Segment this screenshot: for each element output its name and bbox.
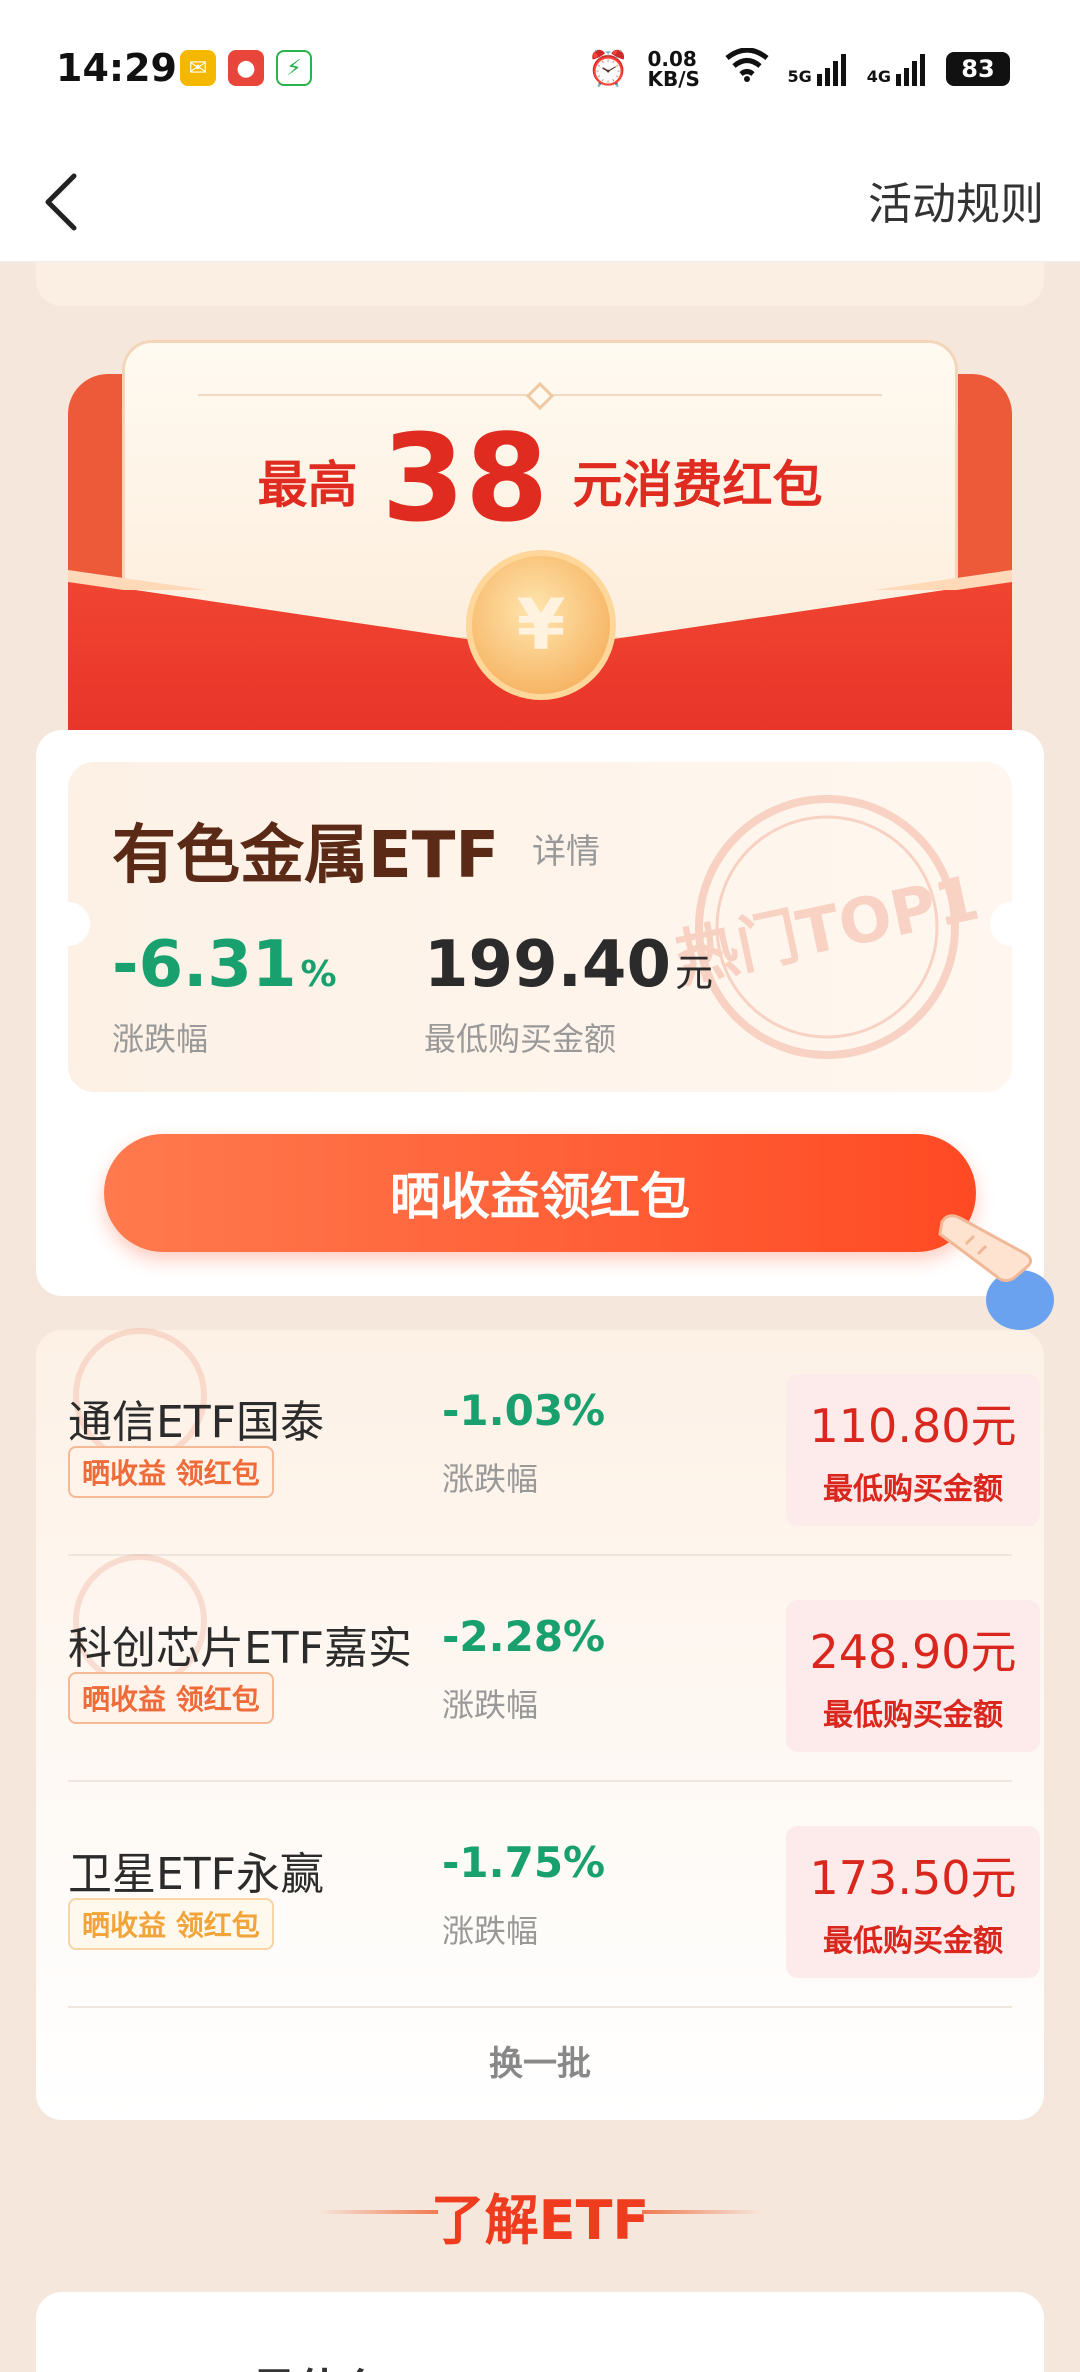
- list-item[interactable]: 卫星ETF永赢 晒收益 领红包 -1.75% 涨跌幅 173.50元 最低购买金…: [68, 1782, 1040, 2008]
- hot-etf-change: -6.31%: [112, 928, 337, 1002]
- hot-etf-change-pct: %: [300, 954, 337, 995]
- etf-price-label: 最低购买金额: [823, 1698, 1003, 1733]
- ticket-notch-left: [68, 902, 90, 946]
- share-earnings-tag[interactable]: 晒收益 领红包: [68, 1672, 274, 1724]
- etf-list-card: 通信ETF国泰 晒收益 领红包 -1.03% 涨跌幅 110.80元 最低购买金…: [36, 1328, 1044, 2120]
- list-item[interactable]: 科创芯片ETF嘉实 晒收益 领红包 -2.28% 涨跌幅 248.90元 最低购…: [68, 1554, 1040, 1782]
- envelope-prefix: 最高: [257, 456, 358, 514]
- etf-name: 科创芯片ETF嘉实: [68, 1623, 412, 1674]
- etf-change-label: 涨跌幅: [442, 1912, 539, 1950]
- etf-price-box[interactable]: 248.90元 最低购买金额: [786, 1600, 1040, 1752]
- mail-app-icon: ✉: [180, 50, 216, 86]
- red-envelope-banner: 最高 38 元消费红包 ¥: [68, 330, 1012, 730]
- signal-4g-label: 4G: [866, 67, 891, 86]
- etf-price: 173.50元: [809, 1851, 1017, 1905]
- share-earnings-button[interactable]: 晒收益领红包: [104, 1134, 976, 1252]
- etf-intro-card[interactable]: ETF是什么: [36, 2292, 1044, 2372]
- previous-card-edge: [36, 262, 1044, 306]
- app-notification-icon: ●: [228, 50, 264, 86]
- ticket-notch-right: [990, 902, 1012, 946]
- share-earnings-tag[interactable]: 晒收益 领红包: [68, 1446, 274, 1498]
- security-shield-icon: ⚡: [276, 50, 312, 86]
- hot-etf-change-value: -6.31: [112, 928, 297, 1002]
- notification-icons: ✉ ● ⚡: [180, 50, 312, 86]
- etf-price-label: 最低购买金额: [823, 1924, 1003, 1959]
- nav-bar: 活动规则: [0, 140, 1080, 262]
- etf-change-label: 涨跌幅: [442, 1686, 539, 1724]
- etf-name: 卫星ETF永赢: [68, 1849, 324, 1900]
- status-bar: 14:29 ✉ ● ⚡ ⏰ 0.08 KB/S 5G 4G 83: [0, 0, 1080, 140]
- signal-5g-icon: 5G: [787, 52, 848, 86]
- list-item[interactable]: 通信ETF国泰 晒收益 领红包 -1.03% 涨跌幅 110.80元 最低购买金…: [68, 1328, 1040, 1556]
- etf-change: -1.03%: [442, 1386, 606, 1435]
- battery-indicator: 83: [946, 52, 1010, 86]
- etf-change: -1.75%: [442, 1838, 606, 1887]
- status-indicators: ⏰ 0.08 KB/S 5G 4G 83: [587, 47, 1010, 91]
- rules-link[interactable]: 活动规则: [868, 168, 1044, 232]
- yuan-coin-icon: ¥: [466, 550, 616, 700]
- refresh-batch-button[interactable]: 换一批: [36, 2036, 1044, 2085]
- etf-price: 110.80元: [809, 1399, 1017, 1453]
- wifi-icon: [725, 47, 770, 90]
- etf-name: 通信ETF国泰: [68, 1397, 324, 1448]
- hot-etf-price: 199.40 元: [424, 928, 713, 1002]
- alarm-icon: ⏰: [587, 49, 630, 89]
- hot-etf-detail-link[interactable]: 详情: [532, 824, 600, 873]
- signal-4g-icon: 4G: [867, 52, 928, 86]
- share-earnings-tag[interactable]: 晒收益 领红包: [68, 1898, 274, 1950]
- etf-price: 248.90元: [809, 1625, 1017, 1679]
- status-time: 14:29: [56, 46, 177, 90]
- signal-5g-label: 5G: [787, 67, 812, 86]
- stamp-text: 热门TOP1: [669, 861, 985, 996]
- hot-etf-box[interactable]: 热门TOP1 有色金属ETF 详情 -6.31% 涨跌幅 199.40 元 最低购…: [68, 762, 1012, 1092]
- etf-price-box[interactable]: 110.80元 最低购买金额: [786, 1374, 1040, 1526]
- hot-etf-card: 热门TOP1 有色金属ETF 详情 -6.31% 涨跌幅 199.40 元 最低购…: [36, 730, 1044, 1296]
- hot-etf-price-label: 最低购买金额: [424, 1020, 617, 1058]
- etf-intro-title: ETF是什么: [162, 2354, 384, 2372]
- section-divider-right: [642, 2210, 762, 2214]
- etf-change-label: 涨跌幅: [442, 1460, 539, 1498]
- back-icon[interactable]: [36, 166, 96, 236]
- etf-price-box[interactable]: 173.50元 最低购买金额: [786, 1826, 1040, 1978]
- hot-top1-stamp: 热门TOP1: [669, 795, 985, 1059]
- etf-price-label: 最低购买金额: [823, 1472, 1003, 1507]
- envelope-suffix: 元消费红包: [572, 456, 823, 514]
- hot-etf-name: 有色金属ETF: [112, 819, 500, 893]
- etf-change: -2.28%: [442, 1612, 606, 1661]
- pointing-hand-icon: [938, 1214, 1054, 1330]
- section-title: 了解ETF: [430, 2189, 650, 2252]
- envelope-title: 最高 38 元消费红包: [68, 410, 1012, 549]
- hot-etf-price-unit: 元: [674, 951, 713, 995]
- net-speed: 0.08 KB/S: [647, 47, 700, 91]
- hot-etf-price-value: 199.40: [424, 928, 671, 1002]
- envelope-amount: 38: [381, 410, 549, 549]
- hot-etf-change-label: 涨跌幅: [112, 1020, 209, 1058]
